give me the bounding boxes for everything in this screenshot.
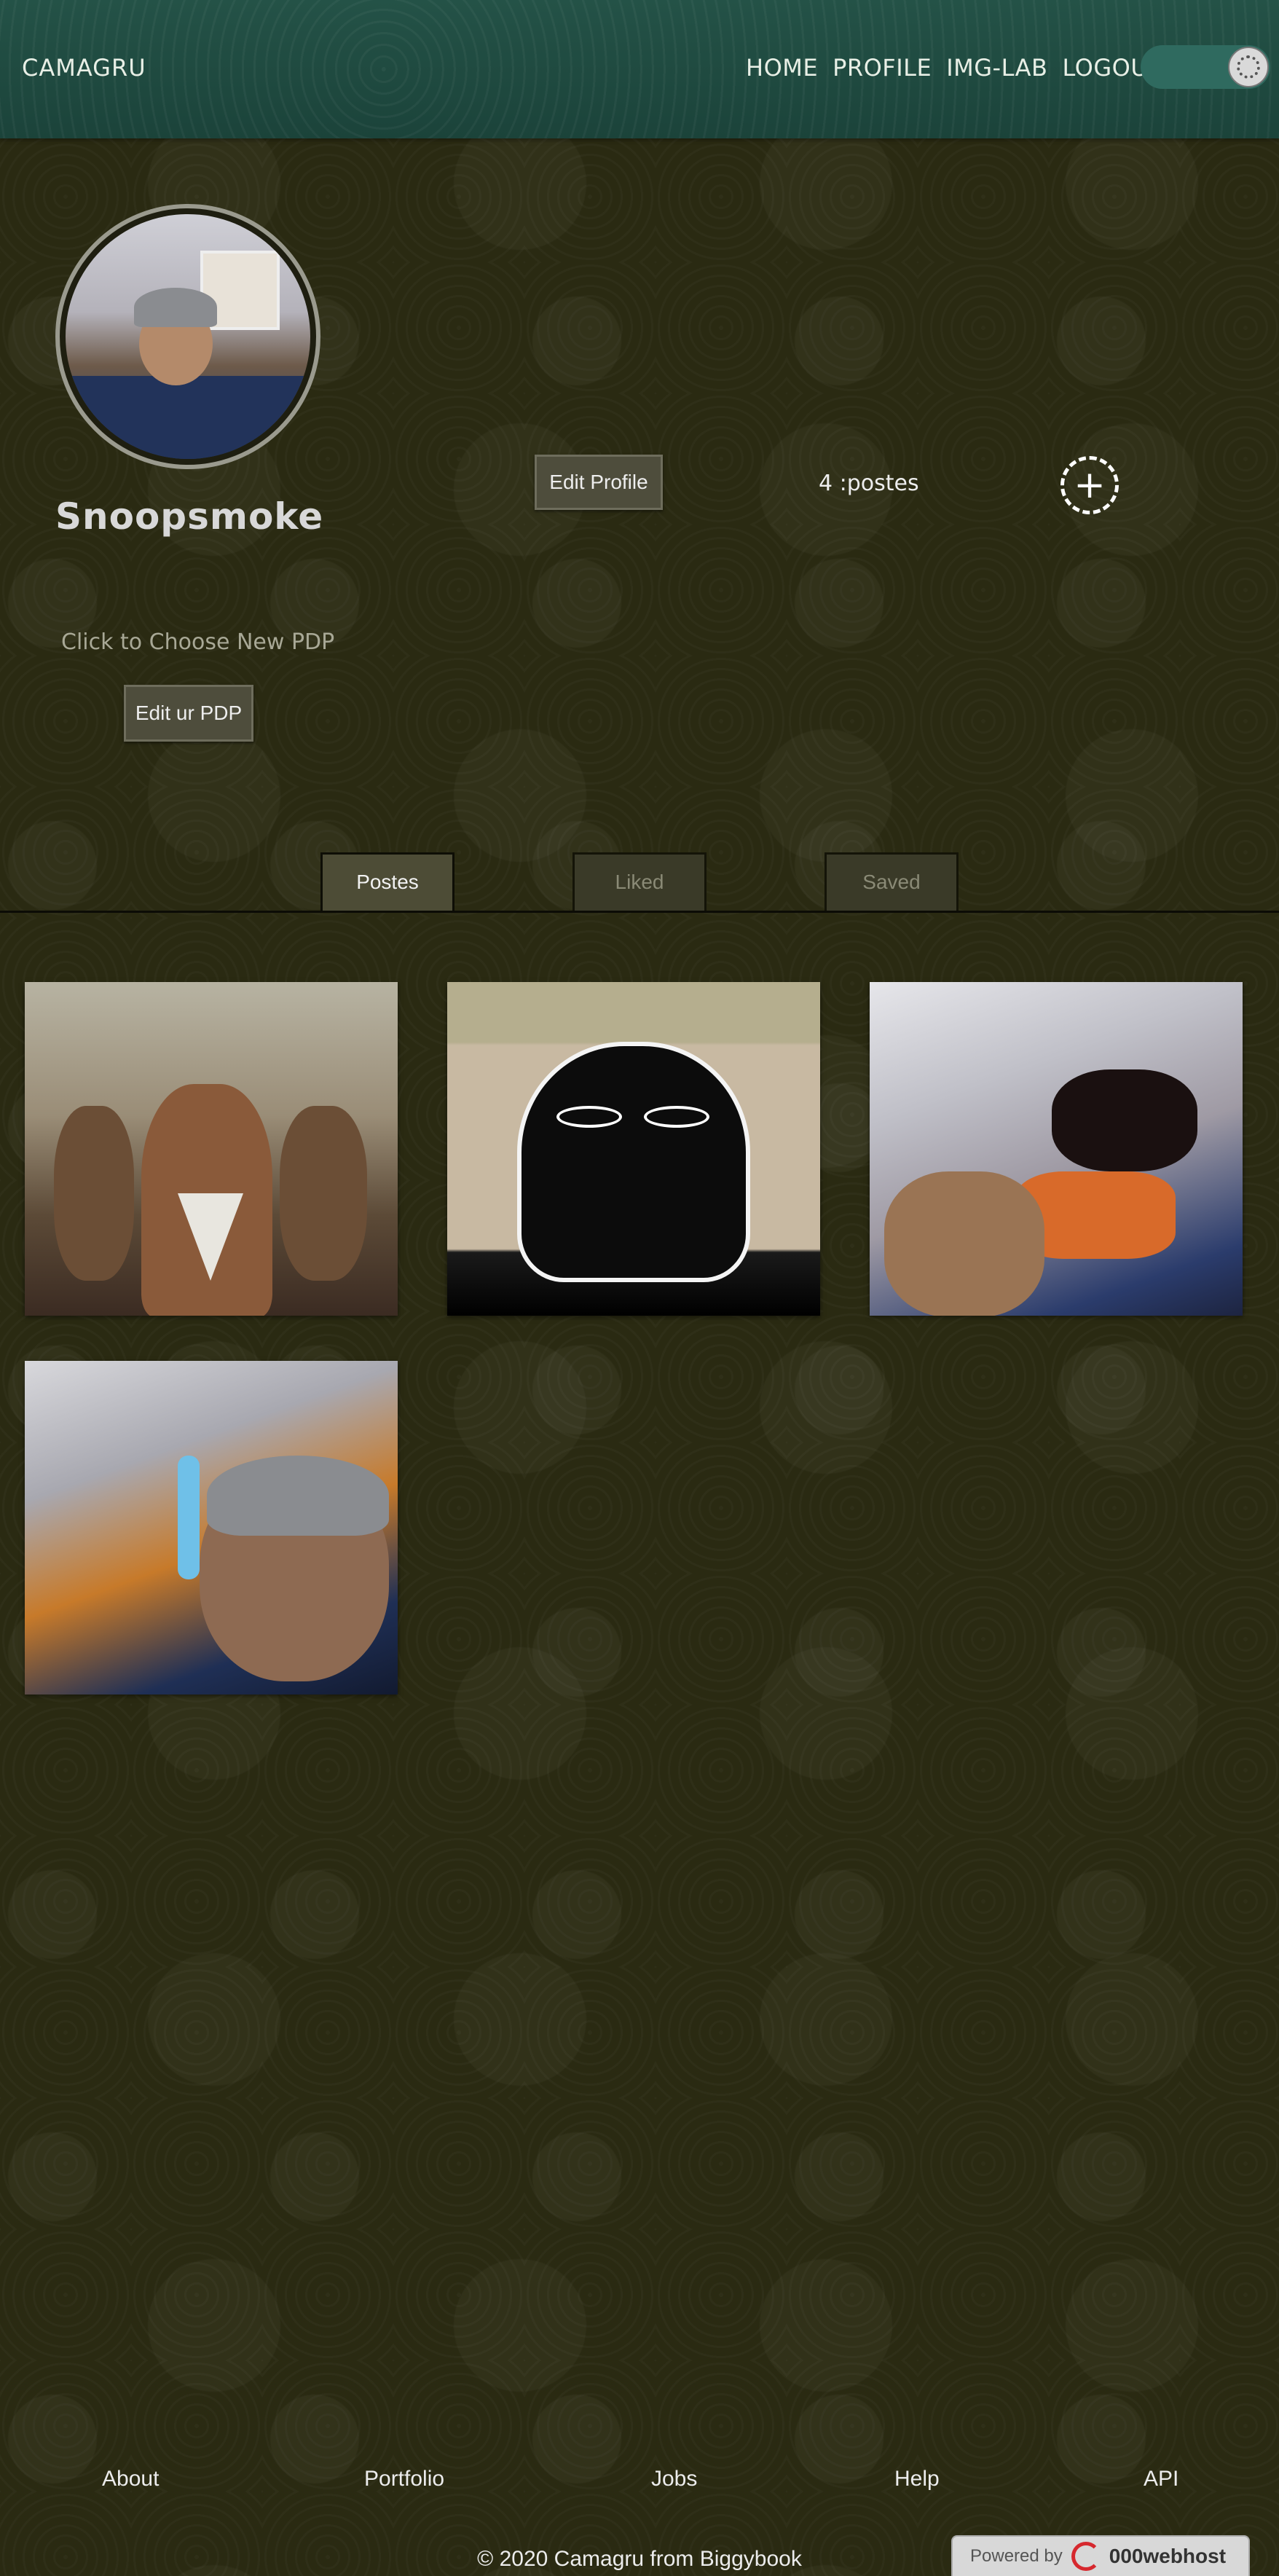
posts-count: 4 :postes xyxy=(819,471,919,496)
tab-postes[interactable]: Postes xyxy=(320,852,454,912)
hosting-badge-prefix: Powered by xyxy=(970,2546,1063,2566)
nav-profile-link[interactable]: PROFILE xyxy=(833,54,932,82)
brand-logo-link[interactable]: CAMAGRU xyxy=(22,54,146,82)
theme-toggle[interactable] xyxy=(1141,45,1270,89)
top-navbar: CAMAGRU HOME PROFILE IMG-LAB LOGOUT xyxy=(0,0,1279,138)
post-thumbnail[interactable] xyxy=(25,1361,398,1695)
theme-toggle-icon xyxy=(1228,47,1269,87)
footer-about-link[interactable]: About xyxy=(102,2467,159,2491)
edit-profile-button[interactable]: Edit Profile xyxy=(535,455,663,510)
tab-liked[interactable]: Liked xyxy=(572,852,707,912)
hosting-badge[interactable]: Powered by 000webhost xyxy=(951,2535,1250,2576)
nav-img-lab-link[interactable]: IMG-LAB xyxy=(946,54,1047,82)
tab-saved[interactable]: Saved xyxy=(825,852,959,912)
plus-circle-icon[interactable]: + xyxy=(1060,456,1119,514)
post-thumbnail[interactable] xyxy=(870,982,1243,1316)
webhost-logo-icon xyxy=(1071,2542,1101,2571)
footer-jobs-link[interactable]: Jobs xyxy=(651,2467,697,2491)
nav-home-link[interactable]: HOME xyxy=(746,54,818,82)
tabs-divider xyxy=(0,911,1279,913)
choose-pdp-label[interactable]: Click to Choose New PDP xyxy=(61,629,334,655)
footer-api-link[interactable]: API xyxy=(1144,2467,1178,2491)
footer-help-link[interactable]: Help xyxy=(894,2467,940,2491)
main-nav: HOME PROFILE IMG-LAB LOGOUT xyxy=(746,54,1162,82)
profile-avatar[interactable] xyxy=(55,204,320,469)
post-thumbnail[interactable] xyxy=(447,982,820,1316)
profile-username: Snoopsmoke xyxy=(55,495,324,538)
footer-portfolio-link[interactable]: Portfolio xyxy=(364,2467,444,2491)
hosting-badge-name: 000webhost xyxy=(1109,2545,1227,2567)
post-thumbnail[interactable] xyxy=(25,982,398,1316)
edit-pdp-button[interactable]: Edit ur PDP xyxy=(124,685,253,742)
avatar-photo xyxy=(66,214,310,459)
